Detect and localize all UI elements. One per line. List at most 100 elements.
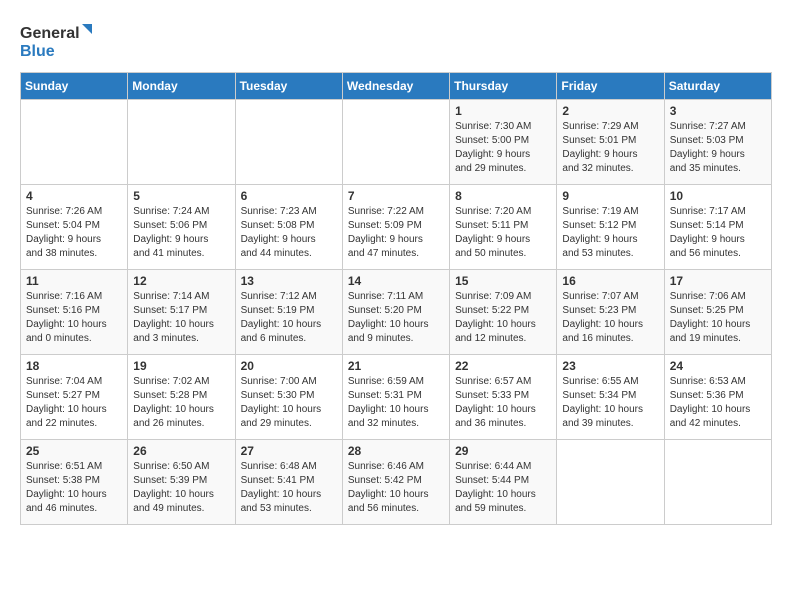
day-info: Sunrise: 6:51 AM Sunset: 5:38 PM Dayligh…	[26, 460, 122, 516]
day-number: 16	[562, 274, 658, 288]
calendar-cell: 25Sunrise: 6:51 AM Sunset: 5:38 PM Dayli…	[21, 440, 128, 525]
calendar-cell: 11 Sunrise: 7:16 AM Sunset: 5:16 PM Dayli…	[21, 270, 128, 355]
day-number: 21	[348, 359, 444, 373]
day-number: 27	[241, 444, 337, 458]
calendar-cell: 7 Sunrise: 7:22 AM Sunset: 5:09 PM Daylig…	[342, 185, 449, 270]
day-header-saturday: Saturday	[664, 73, 771, 100]
calendar-cell: 15 Sunrise: 7:09 AM Sunset: 5:22 PM Dayli…	[450, 270, 557, 355]
day-number: 10	[670, 189, 766, 203]
day-number: 1	[455, 104, 551, 118]
week-row-2: 11 Sunrise: 7:16 AM Sunset: 5:16 PM Dayli…	[21, 270, 772, 355]
calendar-cell: 14 Sunrise: 7:11 AM Sunset: 5:20 PM Dayli…	[342, 270, 449, 355]
day-number: 5	[133, 189, 229, 203]
day-number: 18	[26, 359, 122, 373]
day-info: Sunrise: 6:50 AM Sunset: 5:39 PM Dayligh…	[133, 460, 229, 516]
day-info: Sunrise: 7:12 AM Sunset: 5:19 PM Dayligh…	[241, 290, 337, 346]
day-info: Sunrise: 7:04 AM Sunset: 5:27 PM Dayligh…	[26, 375, 122, 431]
day-info: Sunrise: 7:19 AM Sunset: 5:12 PM Dayligh…	[562, 205, 658, 261]
day-info: Sunrise: 6:59 AM Sunset: 5:31 PM Dayligh…	[348, 375, 444, 431]
logo: GeneralBlue	[20, 20, 100, 62]
day-number: 15	[455, 274, 551, 288]
calendar-cell: 24 Sunrise: 6:53 AM Sunset: 5:36 PM Dayli…	[664, 355, 771, 440]
day-number: 14	[348, 274, 444, 288]
calendar-cell: 6 Sunrise: 7:23 AM Sunset: 5:08 PM Daylig…	[235, 185, 342, 270]
week-row-1: 4Sunrise: 7:26 AM Sunset: 5:04 PM Daylig…	[21, 185, 772, 270]
day-number: 6	[241, 189, 337, 203]
calendar-cell	[557, 440, 664, 525]
day-header-wednesday: Wednesday	[342, 73, 449, 100]
day-info: Sunrise: 7:23 AM Sunset: 5:08 PM Dayligh…	[241, 205, 337, 261]
day-info: Sunrise: 7:09 AM Sunset: 5:22 PM Dayligh…	[455, 290, 551, 346]
calendar-cell: 8Sunrise: 7:20 AM Sunset: 5:11 PM Daylig…	[450, 185, 557, 270]
day-info: Sunrise: 7:16 AM Sunset: 5:16 PM Dayligh…	[26, 290, 122, 346]
calendar-cell: 20Sunrise: 7:00 AM Sunset: 5:30 PM Dayli…	[235, 355, 342, 440]
day-info: Sunrise: 6:46 AM Sunset: 5:42 PM Dayligh…	[348, 460, 444, 516]
calendar-cell	[21, 100, 128, 185]
day-info: Sunrise: 7:27 AM Sunset: 5:03 PM Dayligh…	[670, 120, 766, 176]
calendar-cell: 9 Sunrise: 7:19 AM Sunset: 5:12 PM Daylig…	[557, 185, 664, 270]
day-number: 7	[348, 189, 444, 203]
day-number: 12	[133, 274, 229, 288]
calendar-cell: 28Sunrise: 6:46 AM Sunset: 5:42 PM Dayli…	[342, 440, 449, 525]
day-number: 13	[241, 274, 337, 288]
day-number: 3	[670, 104, 766, 118]
calendar-cell	[235, 100, 342, 185]
day-number: 22	[455, 359, 551, 373]
day-info: Sunrise: 7:06 AM Sunset: 5:25 PM Dayligh…	[670, 290, 766, 346]
day-number: 24	[670, 359, 766, 373]
calendar-cell	[664, 440, 771, 525]
calendar-cell: 22 Sunrise: 6:57 AM Sunset: 5:33 PM Dayli…	[450, 355, 557, 440]
calendar-cell: 12 Sunrise: 7:14 AM Sunset: 5:17 PM Dayli…	[128, 270, 235, 355]
svg-text:General: General	[20, 25, 80, 42]
calendar-cell	[128, 100, 235, 185]
calendar-cell: 27 Sunrise: 6:48 AM Sunset: 5:41 PM Dayli…	[235, 440, 342, 525]
day-header-tuesday: Tuesday	[235, 73, 342, 100]
calendar-body: 1 Sunrise: 7:30 AM Sunset: 5:00 PM Daylig…	[21, 100, 772, 525]
day-info: Sunrise: 6:44 AM Sunset: 5:44 PM Dayligh…	[455, 460, 551, 516]
day-info: Sunrise: 7:07 AM Sunset: 5:23 PM Dayligh…	[562, 290, 658, 346]
calendar-cell: 13 Sunrise: 7:12 AM Sunset: 5:19 PM Dayli…	[235, 270, 342, 355]
calendar-cell: 23 Sunrise: 6:55 AM Sunset: 5:34 PM Dayli…	[557, 355, 664, 440]
day-info: Sunrise: 7:11 AM Sunset: 5:20 PM Dayligh…	[348, 290, 444, 346]
day-info: Sunrise: 7:29 AM Sunset: 5:01 PM Dayligh…	[562, 120, 658, 176]
day-info: Sunrise: 7:26 AM Sunset: 5:04 PM Dayligh…	[26, 205, 122, 261]
day-number: 11	[26, 274, 122, 288]
calendar-table: SundayMondayTuesdayWednesdayThursdayFrid…	[20, 72, 772, 525]
day-header-friday: Friday	[557, 73, 664, 100]
calendar-cell: 19 Sunrise: 7:02 AM Sunset: 5:28 PM Dayli…	[128, 355, 235, 440]
page-header: GeneralBlue	[20, 20, 772, 62]
day-header-sunday: Sunday	[21, 73, 128, 100]
calendar-cell: 18 Sunrise: 7:04 AM Sunset: 5:27 PM Dayli…	[21, 355, 128, 440]
calendar-cell: 21 Sunrise: 6:59 AM Sunset: 5:31 PM Dayli…	[342, 355, 449, 440]
day-info: Sunrise: 7:22 AM Sunset: 5:09 PM Dayligh…	[348, 205, 444, 261]
day-number: 19	[133, 359, 229, 373]
header-row: SundayMondayTuesdayWednesdayThursdayFrid…	[21, 73, 772, 100]
calendar-cell: 10 Sunrise: 7:17 AM Sunset: 5:14 PM Dayli…	[664, 185, 771, 270]
day-number: 2	[562, 104, 658, 118]
day-info: Sunrise: 7:00 AM Sunset: 5:30 PM Dayligh…	[241, 375, 337, 431]
calendar-cell: 17 Sunrise: 7:06 AM Sunset: 5:25 PM Dayli…	[664, 270, 771, 355]
week-row-0: 1 Sunrise: 7:30 AM Sunset: 5:00 PM Daylig…	[21, 100, 772, 185]
week-row-3: 18 Sunrise: 7:04 AM Sunset: 5:27 PM Dayli…	[21, 355, 772, 440]
day-info: Sunrise: 7:24 AM Sunset: 5:06 PM Dayligh…	[133, 205, 229, 261]
calendar-cell	[342, 100, 449, 185]
day-header-thursday: Thursday	[450, 73, 557, 100]
day-info: Sunrise: 6:55 AM Sunset: 5:34 PM Dayligh…	[562, 375, 658, 431]
day-number: 9	[562, 189, 658, 203]
day-info: Sunrise: 7:30 AM Sunset: 5:00 PM Dayligh…	[455, 120, 551, 176]
day-info: Sunrise: 7:02 AM Sunset: 5:28 PM Dayligh…	[133, 375, 229, 431]
calendar-header: SundayMondayTuesdayWednesdayThursdayFrid…	[21, 73, 772, 100]
day-info: Sunrise: 7:17 AM Sunset: 5:14 PM Dayligh…	[670, 205, 766, 261]
day-header-monday: Monday	[128, 73, 235, 100]
day-number: 17	[670, 274, 766, 288]
day-info: Sunrise: 7:14 AM Sunset: 5:17 PM Dayligh…	[133, 290, 229, 346]
calendar-cell: 16 Sunrise: 7:07 AM Sunset: 5:23 PM Dayli…	[557, 270, 664, 355]
calendar-cell: 29Sunrise: 6:44 AM Sunset: 5:44 PM Dayli…	[450, 440, 557, 525]
calendar-cell: 26Sunrise: 6:50 AM Sunset: 5:39 PM Dayli…	[128, 440, 235, 525]
calendar-cell: 5 Sunrise: 7:24 AM Sunset: 5:06 PM Daylig…	[128, 185, 235, 270]
day-info: Sunrise: 6:57 AM Sunset: 5:33 PM Dayligh…	[455, 375, 551, 431]
day-info: Sunrise: 7:20 AM Sunset: 5:11 PM Dayligh…	[455, 205, 551, 261]
day-info: Sunrise: 6:48 AM Sunset: 5:41 PM Dayligh…	[241, 460, 337, 516]
day-info: Sunrise: 6:53 AM Sunset: 5:36 PM Dayligh…	[670, 375, 766, 431]
day-number: 23	[562, 359, 658, 373]
